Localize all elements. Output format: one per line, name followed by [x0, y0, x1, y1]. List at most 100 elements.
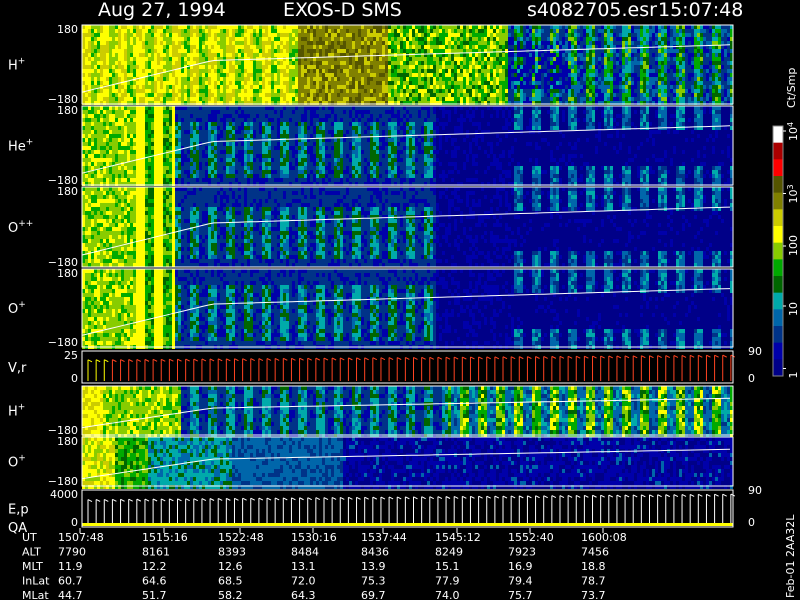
- colorbar-label: 104: [786, 122, 800, 141]
- panel-label: O+: [8, 454, 26, 471]
- right-tick-top: 90: [748, 484, 762, 497]
- ephemeris-table: UT 1507:48 1515:16 1522:48 1530:16 1537:44 154…: [22, 528, 627, 600]
- panel-label: O+: [8, 300, 26, 317]
- panel-label: H+: [8, 403, 25, 420]
- panel-6: O+ 180 −180: [8, 435, 733, 489]
- colorbar-swatch: [773, 309, 783, 326]
- colorbar-swatch: [773, 243, 783, 260]
- panel-label: He+: [8, 138, 33, 155]
- ephemeris-cell: 73.7: [581, 589, 606, 600]
- colorbar-swatch: [773, 276, 783, 293]
- ytick-top: 25: [64, 349, 78, 362]
- ephemeris-cell: 11.9: [58, 560, 83, 573]
- ephemeris-cell: 78.7: [581, 575, 606, 588]
- spectrogram-cells: [82, 386, 733, 438]
- colorbar-swatch: [773, 159, 783, 176]
- panel-label: H+: [8, 57, 25, 74]
- ytick-top: 180: [57, 267, 78, 280]
- ytick-top: 4000: [50, 488, 78, 501]
- ephemeris-cell: 13.1: [291, 560, 316, 573]
- colorbar-swatch: [773, 176, 783, 193]
- ephemeris-cell: 79.4: [508, 575, 533, 588]
- qa-flag-bar: [82, 523, 733, 526]
- ephemeris-cell: 44.7: [58, 589, 83, 600]
- panel-1: He+180−180: [8, 104, 733, 187]
- header-date: Aug 27, 1994: [98, 0, 226, 21]
- right-tick-bottom: 0: [748, 516, 755, 529]
- panel-3: O+ 180 −180: [8, 267, 733, 349]
- colorbar-title: Ct/Smp: [785, 68, 798, 108]
- ephemeris-cell: 8249: [435, 546, 463, 559]
- spectrogram-cells: [82, 269, 733, 349]
- ephemeris-cell: 8484: [291, 546, 319, 559]
- ephemeris-cell: 58.2: [218, 589, 243, 600]
- ephemeris-cell: 64.6: [142, 575, 167, 588]
- ephemeris-row-label: ALT: [22, 546, 41, 559]
- colorbar-swatch: [773, 359, 783, 376]
- ytick-top: 180: [57, 435, 78, 448]
- header-file: s4082705.esr: [527, 0, 657, 21]
- colorbar-swatch: [773, 293, 783, 310]
- colorbar-swatch: [773, 343, 783, 360]
- ephemeris-cell: 75.7: [508, 589, 533, 600]
- ytick-bottom: 0: [71, 372, 78, 385]
- exos-d-spectrogram-figure: Aug 27, 1994 EXOS-D SMS s4082705.esr 15:…: [0, 0, 800, 600]
- ephemeris-cell: 1537:44: [361, 531, 407, 544]
- panel-label: O++: [8, 219, 33, 236]
- spectrogram-cells: [82, 25, 733, 105]
- ephemeris-cell: 68.5: [218, 575, 243, 588]
- ephemeris-cell: 8436: [361, 546, 389, 559]
- colorbar-swatch: [773, 143, 783, 160]
- colorbar-label: 103: [786, 184, 800, 203]
- ytick-top: 180: [57, 104, 78, 117]
- right-tick-top: 90: [748, 345, 762, 358]
- right-tick-bottom: 0: [748, 372, 755, 385]
- panel-label: V,r: [8, 361, 27, 376]
- ytick-bottom: −180: [48, 336, 78, 349]
- side-label: Feb-01 2AA32L: [784, 514, 797, 598]
- ephemeris-row-label: InLat: [22, 575, 50, 588]
- ephemeris-cell: 15.1: [435, 560, 460, 573]
- ephemeris-cell: 60.7: [58, 575, 83, 588]
- colorbar-label: 100: [787, 235, 800, 256]
- panel-7: E,pQA40000900: [8, 484, 762, 536]
- ytick-bottom: 0: [71, 516, 78, 529]
- panel-5: H+−180: [8, 386, 733, 438]
- ephemeris-cell: 13.9: [361, 560, 386, 573]
- ephemeris-cell: 12.2: [142, 560, 167, 573]
- panel-0: H+180−180: [8, 23, 733, 106]
- colorbar-swatch: [773, 193, 783, 210]
- colorbar-swatch: [773, 326, 783, 343]
- ephemeris-cell: 12.6: [218, 560, 243, 573]
- panel-stack: H+180−180He+180−180O++180−180O+180−180V,…: [8, 23, 762, 536]
- colorbar-swatch: [773, 209, 783, 226]
- colorbar: Ct/Smp 104 103 100 10 1: [773, 68, 800, 379]
- ephemeris-cell: 64.3: [291, 589, 316, 600]
- ephemeris-cell: 1530:16: [291, 531, 337, 544]
- spectrogram-cells: [82, 106, 733, 186]
- colorbar-swatch: [773, 259, 783, 276]
- ephemeris-cell: 1545:12: [435, 531, 481, 544]
- header-time: 15:07:48: [658, 0, 743, 21]
- ytick-top: 180: [57, 185, 78, 198]
- ephemeris-cell: 16.9: [508, 560, 533, 573]
- ephemeris-row-label: UT: [22, 531, 37, 544]
- panel-label: E,p: [8, 503, 29, 518]
- colorbar-swatch: [773, 126, 783, 143]
- ephemeris-cell: 1552:40: [508, 531, 554, 544]
- ephemeris-cell: 75.3: [361, 575, 386, 588]
- ephemeris-cell: 1600:08: [581, 531, 627, 544]
- colorbar-label: 1: [787, 372, 800, 379]
- ephemeris-cell: 7790: [58, 546, 86, 559]
- ephemeris-cell: 7456: [581, 546, 609, 559]
- ephemeris-cell: 7923: [508, 546, 536, 559]
- ephemeris-row-label: MLT: [22, 560, 43, 573]
- ephemeris-cell: 1507:48: [58, 531, 104, 544]
- ephemeris-row-label: MLat: [22, 589, 49, 600]
- colorbar-label: 10: [787, 302, 800, 316]
- ephemeris-cell: 51.7: [142, 589, 167, 600]
- ephemeris-cell: 8161: [142, 546, 170, 559]
- ephemeris-cell: 1522:48: [218, 531, 264, 544]
- ytick-bottom: −180: [48, 475, 78, 488]
- ephemeris-cell: 18.8: [581, 560, 606, 573]
